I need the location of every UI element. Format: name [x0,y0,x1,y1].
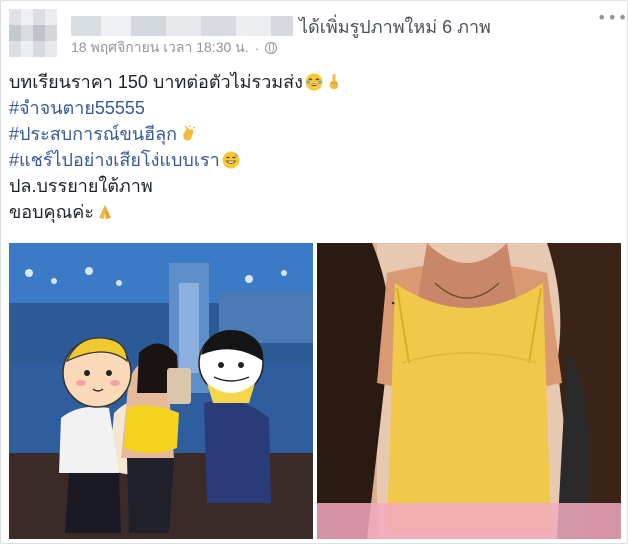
author-row: ได้เพิ่มรูปภาพใหม่ 6 ภาพ [71,15,491,37]
photo-grid [9,243,621,539]
post-header: ได้เพิ่มรูปภาพใหม่ 6 ภาพ 18 พฤศจิกายน เว… [9,9,627,59]
post-line-text: ปล.บรรยายใต้ภาพ [9,176,153,196]
post-line: #ประสบการณ์ขนฮีลุก [9,121,619,147]
globe-icon[interactable] [265,42,278,54]
post-text: บทเรียนราคา 150 บาทต่อตัวไม่รวมส่ง #จำจน… [9,69,619,225]
author-avatar[interactable] [9,9,57,57]
photo-mirror-selfie[interactable] [9,243,313,539]
post-timestamp[interactable]: 18 พฤศจิกายน เวลา 18:30 น. [71,37,249,59]
hashtag-link[interactable]: #แชร์ไปอย่างเสียโง่แบบเรา [9,147,220,173]
hashtag-link[interactable]: #ประสบการณ์ขนฮีลุก [9,121,177,147]
laughing-emoji [305,73,323,91]
author-name-blurred[interactable] [71,16,293,36]
post-line: ขอบคุณค่ะ [9,199,619,225]
post-line-text: บทเรียนราคา 150 บาทต่อตัวไม่รวมส่ง [9,72,303,92]
post-line: #จำจนตาย55555 [9,95,619,121]
post-line: #แชร์ไปอย่างเสียโง่แบบเรา [9,147,619,173]
facebook-post: ได้เพิ่มรูปภาพใหม่ 6 ภาพ 18 พฤศจิกายน เว… [0,0,628,544]
photo-yellow-top[interactable] [317,243,621,539]
grinning-sweat-emoji [222,151,240,169]
praying-hands-emoji [99,205,111,219]
hashtag-link[interactable]: #จำจนตาย55555 [9,95,145,121]
meta-separator: · [254,40,260,56]
clapping-hands-emoji [183,125,196,141]
more-options-icon[interactable]: ••• [597,10,627,26]
post-line: ปล.บรรยายใต้ภาพ [9,173,619,199]
post-line: บทเรียนราคา 150 บาทต่อตัวไม่รวมส่ง [9,69,619,95]
post-meta: 18 พฤศจิกายน เวลา 18:30 น. · [71,37,278,59]
author-action-text: ได้เพิ่มรูปภาพใหม่ 6 ภาพ [299,16,491,37]
post-line-text: ขอบคุณค่ะ [9,202,94,222]
finger-emoji [329,74,338,89]
